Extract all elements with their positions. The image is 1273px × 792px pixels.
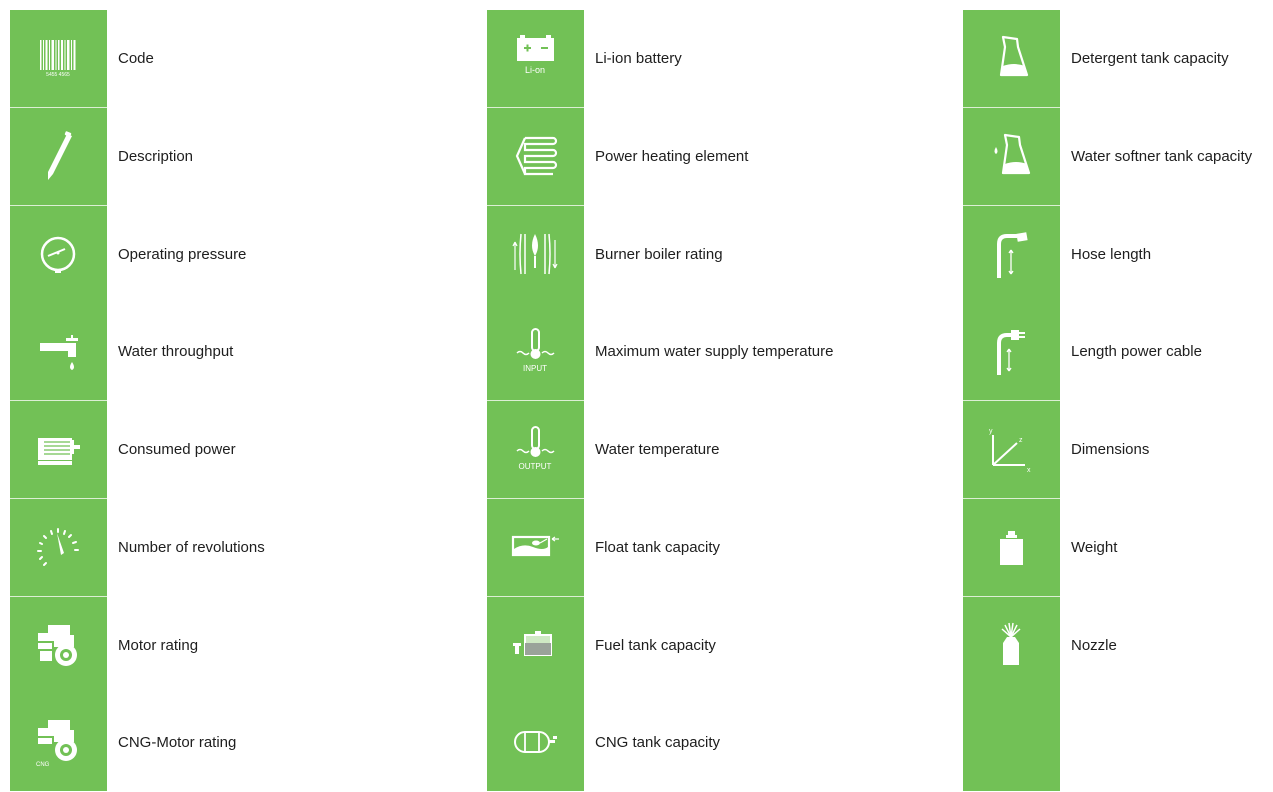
legend-column-2: Li-on Li-ion battery Power heating eleme… [487,10,833,792]
electric-motor-icon [10,401,107,499]
legend-item: 5455 4565 Code [10,10,340,108]
z-axis-letter: z [1019,437,1023,444]
legend-label: CNG tank capacity [595,734,721,752]
legend-item: Motor rating [10,596,340,695]
burner-boiler-icon [487,205,584,304]
thermometer-input-caption: INPUT [523,364,547,373]
legend-label: Code [118,50,154,67]
legend-item: Float tank capacity [487,498,817,597]
barcode-number: 5455 4565 [46,72,70,78]
empty-tile [963,694,1060,792]
float-tank-icon [487,498,584,597]
barcode-icon: 5455 4565 [10,10,107,108]
thermometer-output-icon: OUTPUT [487,401,584,499]
legend-label: Motor rating [118,636,199,654]
legend-label: CNG-Motor rating [118,734,237,752]
legend-item: Water softner tank capacity [963,107,1273,206]
nozzle-icon [963,596,1060,695]
legend-label: Maximum water supply temperature [595,343,834,361]
legend-item: Li-on Li-ion battery [487,10,817,108]
dimensions-axes-icon: y z x [963,401,1060,499]
legend-item: Water throughput [10,303,340,402]
legend-label: Water throughput [118,343,234,361]
fuel-tank-icon [487,596,584,695]
weight-icon [963,498,1060,597]
pressure-gauge-icon [10,205,107,304]
legend-column-1: 5455 4565 Code Description Operating pre… [10,10,340,792]
softener-flask-icon [963,107,1060,206]
legend-item: Consumed power [10,401,340,499]
legend-item: Weight [963,498,1273,597]
legend-item: Detergent tank capacity [963,10,1273,108]
legend-label: Operating pressure [118,245,247,263]
legend-label: Water temperature [595,441,720,458]
legend-label: Fuel tank capacity [595,636,716,654]
engine-icon [10,596,107,695]
legend-item: Operating pressure [10,205,340,304]
cng-engine-caption: CNG [36,762,50,768]
legend-item: CNG CNG-Motor rating [10,694,340,792]
legend-label: Consumed power [118,441,236,458]
legend-item: y z x Dimensions [963,401,1273,499]
legend-item: Length power cable [963,303,1273,402]
battery-icon: Li-on [487,10,584,108]
pen-icon [10,107,107,206]
legend-label: Nozzle [1071,636,1117,654]
legend-item [963,694,1273,792]
power-cable-icon [963,303,1060,402]
x-axis-letter: x [1027,467,1031,474]
thermometer-output-caption: OUTPUT [519,462,552,471]
legend-label: Hose length [1071,245,1152,263]
legend-item: Hose length [963,205,1273,304]
detergent-flask-icon [963,10,1060,108]
legend-item: Burner boiler rating [487,205,817,304]
legend-column-3: Detergent tank capacity Water softner ta… [963,10,1273,792]
tachometer-icon [10,498,107,597]
legend-label: Water softner tank capacity [1071,147,1253,165]
legend-label: Power heating element [595,147,749,165]
battery-caption: Li-on [525,65,545,75]
legend-item: OUTPUT Water temperature [487,401,817,499]
water-tap-icon [10,303,107,402]
legend-item: CNG tank capacity [487,694,817,792]
legend-item: Description [10,107,340,206]
heating-element-icon [487,107,584,206]
legend-item: Number of revolutions [10,498,340,597]
hose-length-icon [963,205,1060,304]
legend-item: Nozzle [963,596,1273,695]
legend-item: Fuel tank capacity [487,596,817,695]
legend-label: Li-ion battery [595,50,682,67]
legend-label: Length power cable [1071,343,1202,361]
legend-item: INPUT Maximum water supply temperature [487,303,833,402]
thermometer-input-icon: INPUT [487,303,584,402]
legend-label: Description [118,147,194,165]
y-axis-letter: y [989,428,993,435]
legend-item: Power heating element [487,107,817,206]
legend-label: Burner boiler rating [595,245,723,263]
legend-label: Float tank capacity [595,538,721,556]
legend-label: Detergent tank capacity [1071,50,1229,67]
legend-label: Number of revolutions [118,538,265,556]
legend-label: Dimensions [1071,441,1150,458]
cng-engine-icon: CNG [10,694,107,792]
cng-tank-icon [487,694,584,792]
legend-label: Weight [1071,538,1118,556]
